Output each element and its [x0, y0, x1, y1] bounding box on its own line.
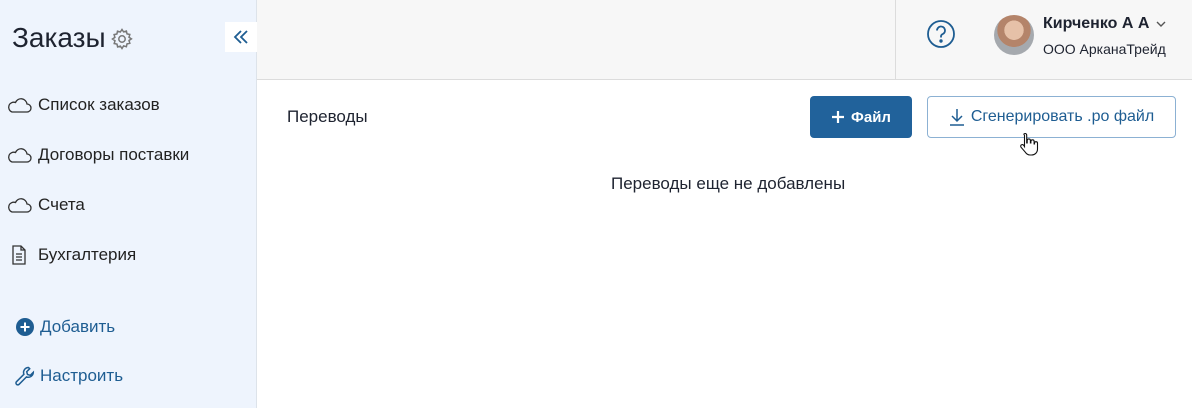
- help-icon[interactable]: [926, 19, 956, 49]
- user-name: Кирченко А А: [1043, 15, 1150, 32]
- sidebar-item-invoices[interactable]: Счета: [6, 195, 85, 215]
- sidebar-item-orders[interactable]: Список заказов: [6, 95, 160, 115]
- empty-state-message: Переводы еще не добавлены: [611, 174, 846, 193]
- chevrons-left-icon: [233, 30, 248, 44]
- sidebar-item-contracts[interactable]: Договоры поставки: [6, 145, 189, 165]
- sidebar-item-label: Счета: [38, 195, 85, 214]
- cloud-icon: [6, 145, 32, 165]
- user-company: ООО АрканаТрейд: [1043, 41, 1166, 57]
- wrench-icon: [14, 365, 36, 387]
- sidebar-item-label: Договоры поставки: [38, 145, 190, 164]
- chevron-down-icon: [1156, 21, 1166, 27]
- download-icon: [949, 109, 964, 126]
- add-file-label: Файл: [851, 108, 891, 126]
- top-bar: Кирченко А А ООО АрканаТрейд: [257, 0, 1192, 80]
- user-menu[interactable]: Кирченко А А: [1043, 15, 1167, 33]
- sidebar-item-label: Бухгалтерия: [38, 245, 137, 264]
- add-label: Добавить: [40, 317, 116, 336]
- cloud-icon: [6, 95, 32, 115]
- generate-po-label: Сгенерировать .po файл: [970, 108, 1155, 125]
- document-icon: [6, 245, 32, 265]
- generate-po-button[interactable]: Сгенерировать .po файл: [927, 96, 1176, 138]
- hand-cursor-icon: [1019, 131, 1039, 157]
- app-title-text: Заказы: [12, 22, 106, 53]
- cloud-icon: [6, 195, 32, 215]
- sidebar-item-accounting[interactable]: Бухгалтерия: [6, 245, 136, 265]
- gear-icon[interactable]: [110, 26, 134, 50]
- sidebar: Заказы Список заказов Договоры поставки …: [0, 0, 257, 408]
- page-title: Переводы: [287, 107, 368, 126]
- add-button[interactable]: Добавить: [14, 316, 115, 338]
- sidebar-item-label: Список заказов: [38, 95, 160, 114]
- avatar[interactable]: [994, 15, 1034, 55]
- plus-icon: [832, 111, 845, 123]
- add-file-button[interactable]: Файл: [810, 96, 912, 138]
- configure-button[interactable]: Настроить: [14, 365, 123, 387]
- topbar-divider: [895, 0, 896, 79]
- collapse-sidebar-button[interactable]: [225, 22, 257, 52]
- app-title: Заказы: [12, 22, 134, 54]
- configure-label: Настроить: [40, 366, 124, 385]
- plus-circle-icon: [14, 316, 36, 338]
